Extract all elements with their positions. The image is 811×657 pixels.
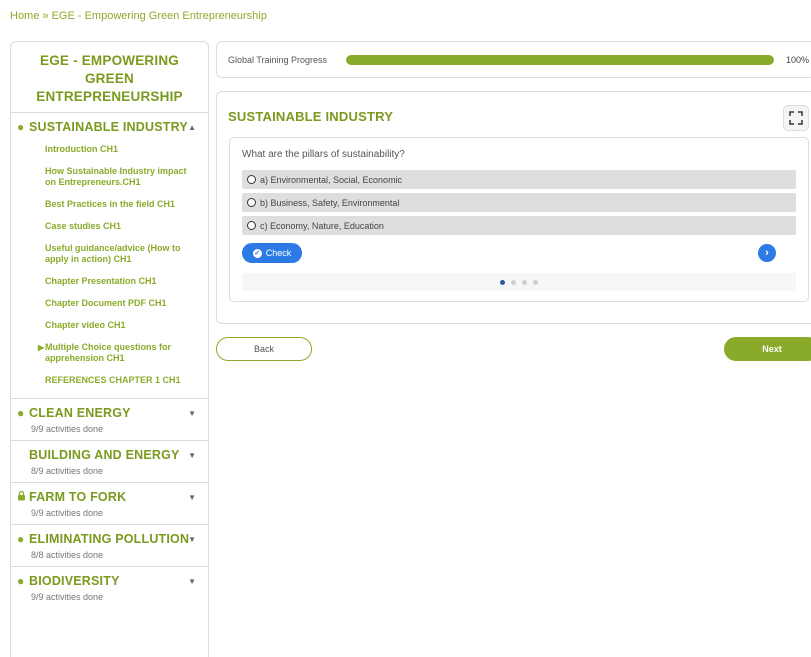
radio-button[interactable] <box>247 221 256 230</box>
breadcrumb-current: EGE - Empowering Green Entrepreneurship <box>51 10 267 22</box>
caret-right-icon: ▶ <box>38 343 45 352</box>
chapter-clean-energy[interactable]: ● CLEAN ENERGY ▼ 9/9 activities done <box>11 398 208 440</box>
global-progress-card: Global Training Progress 100% <box>216 41 811 78</box>
chapter-status: 8/8 activities done <box>31 550 104 560</box>
chapter-sustainable-industry[interactable]: ● SUSTAINABLE INDUSTRY ▲ Introduction CH… <box>11 112 208 398</box>
chapter-status: 9/9 activities done <box>31 592 104 602</box>
bullet-dot-icon: ● <box>17 532 25 546</box>
next-button[interactable]: Next <box>724 337 811 361</box>
fullscreen-icon <box>789 111 803 125</box>
lesson-card: SUSTAINABLE INDUSTRY What are the pillar… <box>216 91 811 324</box>
option-label: b) Business, Safety, Environmental <box>260 197 400 208</box>
chapter-status: 9/9 activities done <box>31 424 104 434</box>
pagination-dot[interactable] <box>533 279 538 285</box>
radio-button[interactable] <box>247 198 256 207</box>
back-button[interactable]: Back <box>216 337 312 361</box>
chapter-status: 9/9 activities done <box>31 508 104 518</box>
chapter-farm-to-fork[interactable]: FARM TO FORK ▼ 9/9 activities done <box>11 482 208 524</box>
progress-bar <box>346 55 774 65</box>
lesson-item[interactable]: Best Practices in the field CH1 <box>17 194 198 216</box>
pagination-dot[interactable] <box>522 279 527 285</box>
chapter-biodiversity[interactable]: ● BIODIVERSITY ▼ 9/9 activities done <box>11 566 208 608</box>
chapter-title: BUILDING AND ENERGY <box>29 448 180 462</box>
lock-icon <box>17 489 29 505</box>
breadcrumb-home-link[interactable]: Home <box>10 10 39 22</box>
lesson-item[interactable]: Chapter video CH1 <box>17 315 198 337</box>
progress-label: Global Training Progress <box>228 55 328 65</box>
chapter-title: ELIMINATING POLLUTION <box>29 532 190 546</box>
lesson-item[interactable]: Chapter Presentation CH1 <box>17 271 198 293</box>
chevron-down-icon[interactable]: ▼ <box>188 535 196 544</box>
chevron-up-icon[interactable]: ▲ <box>188 123 196 132</box>
chevron-down-icon[interactable]: ▼ <box>188 493 196 502</box>
lesson-item[interactable]: Introduction CH1 <box>17 139 198 161</box>
chapter-title: FARM TO FORK <box>29 490 127 504</box>
radio-button[interactable] <box>247 175 256 184</box>
chevron-down-icon[interactable]: ▼ <box>188 577 196 586</box>
course-sidebar: EGE - EMPOWERING GREEN ENTREPRENEURSHIP … <box>10 41 209 657</box>
lesson-item[interactable]: Case studies CH1 <box>17 216 198 238</box>
bullet-dot-icon: ● <box>17 574 25 588</box>
quiz-option-c[interactable]: c) Economy, Nature, Education <box>242 216 796 235</box>
pagination-dots <box>242 273 796 291</box>
chapter-building-and-energy[interactable]: BUILDING AND ENERGY ▼ 8/9 activities don… <box>11 440 208 482</box>
chapter-eliminating-pollution[interactable]: ● ELIMINATING POLLUTION ▼ 8/8 activities… <box>11 524 208 566</box>
chapter-status: 8/9 activities done <box>31 466 104 476</box>
lesson-item[interactable]: REFERENCES CHAPTER 1 CH1 <box>17 370 198 392</box>
bullet-dot-icon: ● <box>17 406 25 420</box>
chapter-title: CLEAN ENERGY <box>29 406 131 420</box>
chapter-title: SUSTAINABLE INDUSTRY <box>29 120 188 134</box>
quiz-option-b[interactable]: b) Business, Safety, Environmental <box>242 193 796 212</box>
option-label: a) Environmental, Social, Economic <box>260 174 403 185</box>
breadcrumb-separator: » <box>42 10 49 22</box>
pagination-dot[interactable] <box>500 279 505 285</box>
lesson-item-current[interactable]: ▶ Multiple Choice questions for apprehen… <box>17 337 198 370</box>
breadcrumb: Home » EGE - Empowering Green Entreprene… <box>10 10 267 22</box>
chevron-down-icon[interactable]: ▼ <box>188 409 196 418</box>
bullet-dot-icon: ● <box>17 120 25 134</box>
section-title: SUSTAINABLE INDUSTRY <box>228 109 394 124</box>
fullscreen-button[interactable] <box>783 105 809 131</box>
option-label: c) Economy, Nature, Education <box>260 220 384 231</box>
course-title: EGE - EMPOWERING GREEN ENTREPRENEURSHIP <box>36 53 183 104</box>
lesson-list: Introduction CH1 How Sustainable Industr… <box>17 139 198 392</box>
lesson-item[interactable]: How Sustainable Industry impact on Entre… <box>17 161 198 194</box>
progress-fill <box>346 55 774 65</box>
quiz-option-a[interactable]: a) Environmental, Social, Economic <box>242 170 796 189</box>
check-button[interactable]: ✓ Check <box>242 243 302 263</box>
lesson-item[interactable]: Useful guidance/advice (How to apply in … <box>17 238 198 271</box>
chapter-title: BIODIVERSITY <box>29 574 120 588</box>
lesson-item[interactable]: Chapter Document PDF CH1 <box>17 293 198 315</box>
progress-value: 100% <box>786 55 810 65</box>
checkmark-icon: ✓ <box>252 248 262 258</box>
quiz-question: What are the pillars of sustainability? <box>242 149 405 160</box>
quiz-container: What are the pillars of sustainability? … <box>229 137 809 302</box>
chevron-down-icon[interactable]: ▼ <box>188 451 196 460</box>
next-question-arrow-icon[interactable]: › <box>758 244 776 262</box>
pagination-dot[interactable] <box>511 279 516 285</box>
